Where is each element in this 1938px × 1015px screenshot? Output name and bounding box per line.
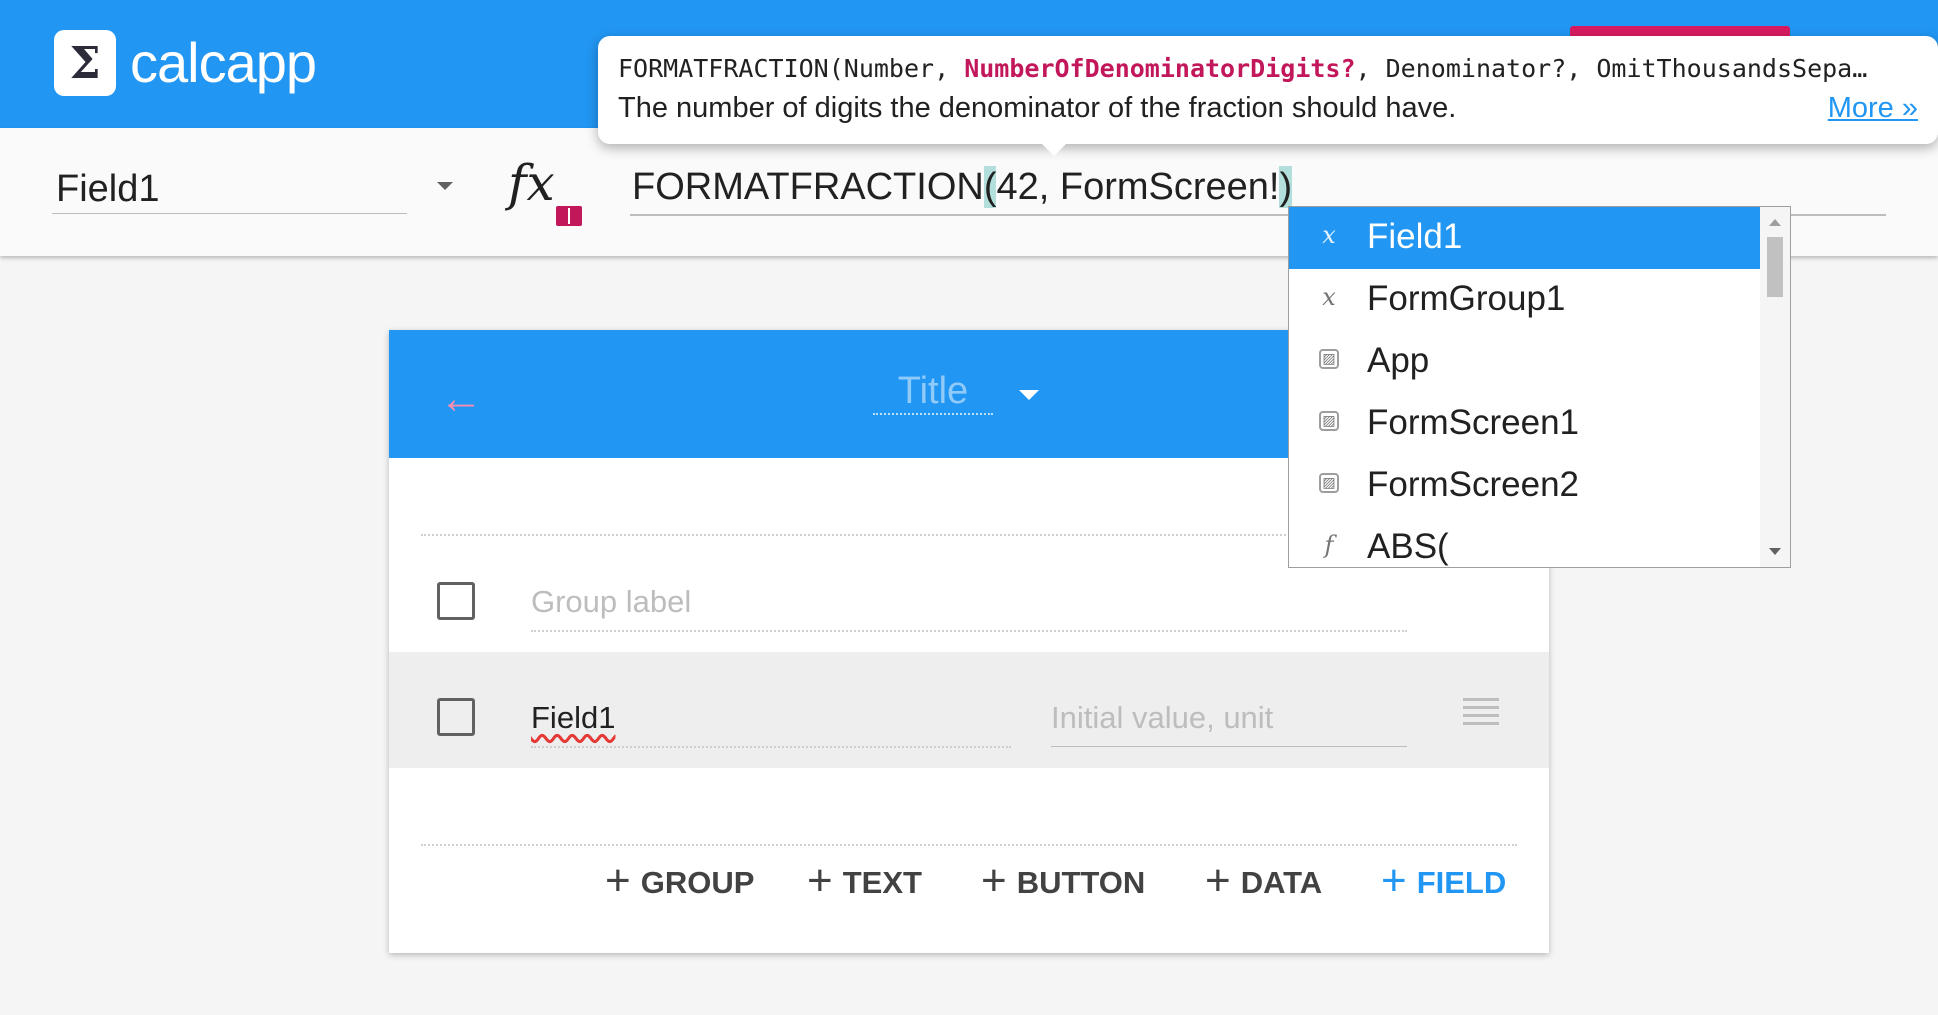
calcapp-logo-icon: Σ bbox=[54, 30, 116, 96]
parameter-description: The number of digits the denominator of … bbox=[618, 92, 1457, 124]
group-checkbox[interactable] bbox=[437, 582, 475, 620]
group-label-underline bbox=[531, 630, 1407, 632]
autocomplete-item[interactable]: ▨ FormScreen2 bbox=[1289, 455, 1761, 517]
autocomplete-item[interactable]: ▨ App bbox=[1289, 331, 1761, 393]
variable-icon: x bbox=[1322, 283, 1336, 311]
formula-text: FORMATFRACTION(42, FormScreen!) bbox=[632, 166, 1293, 208]
plus-icon: + bbox=[1381, 856, 1407, 905]
fx-icon: fx bbox=[508, 154, 555, 212]
app-name: calcapp bbox=[130, 31, 317, 94]
add-button-button[interactable]: + BUTTON bbox=[981, 856, 1145, 910]
add-toolbar: + GROUP + TEXT + BUTTON + DATA + FIELD bbox=[389, 856, 1549, 920]
autocomplete-item[interactable]: x Field1 bbox=[1289, 207, 1761, 269]
field-row[interactable]: Field1 Initial value, unit bbox=[389, 652, 1549, 768]
add-group-button[interactable]: + GROUP bbox=[605, 856, 754, 910]
autocomplete-item[interactable]: x FormGroup1 bbox=[1289, 269, 1761, 331]
group-label-input[interactable]: Group label bbox=[531, 584, 691, 620]
autocomplete-item[interactable]: ▨ FormScreen1 bbox=[1289, 393, 1761, 455]
field-label-underline bbox=[531, 746, 1011, 748]
plus-icon: + bbox=[981, 856, 1007, 905]
initial-value-input[interactable]: Initial value, unit bbox=[1051, 700, 1273, 736]
scroll-down-icon[interactable] bbox=[1769, 548, 1781, 555]
formula-reference-button[interactable]: fx bbox=[508, 154, 588, 234]
screen-icon: ▨ bbox=[1319, 473, 1339, 493]
scrollbar-thumb[interactable] bbox=[1767, 237, 1783, 297]
field-checkbox[interactable] bbox=[437, 698, 475, 736]
field-label-input[interactable]: Field1 bbox=[531, 700, 615, 736]
add-data-button[interactable]: + DATA bbox=[1205, 856, 1322, 910]
title-input[interactable]: Title bbox=[873, 370, 993, 415]
field-selector[interactable]: Field1 bbox=[52, 158, 453, 214]
initial-value-underline bbox=[1051, 746, 1407, 747]
scroll-up-icon[interactable] bbox=[1769, 219, 1781, 226]
screen-icon: ▨ bbox=[1319, 349, 1339, 369]
field-selector-value: Field1 bbox=[56, 168, 160, 210]
active-parameter: NumberOfDenominatorDigits? bbox=[964, 54, 1356, 83]
back-arrow-icon[interactable]: ← bbox=[439, 374, 483, 424]
variable-icon: x bbox=[1322, 221, 1336, 249]
add-text-button[interactable]: + TEXT bbox=[807, 856, 922, 910]
function-icon: f bbox=[1324, 531, 1334, 559]
plus-icon: + bbox=[1205, 856, 1231, 905]
plus-icon: + bbox=[807, 856, 833, 905]
add-field-button[interactable]: + FIELD bbox=[1381, 856, 1506, 910]
title-dropdown-icon[interactable] bbox=[1019, 390, 1039, 400]
more-link[interactable]: More » bbox=[1828, 92, 1918, 125]
divider bbox=[421, 844, 1517, 846]
book-icon bbox=[556, 206, 582, 226]
autocomplete-dropdown: x Field1 x FormGroup1 ▨ App ▨ FormScreen… bbox=[1288, 206, 1791, 568]
drag-handle-icon[interactable] bbox=[1463, 698, 1499, 725]
chevron-down-icon[interactable] bbox=[437, 182, 453, 190]
function-signature: FORMATFRACTION(Number, NumberOfDenominat… bbox=[618, 54, 1868, 83]
function-signature-tooltip: FORMATFRACTION(Number, NumberOfDenominat… bbox=[598, 36, 1938, 156]
plus-icon: + bbox=[605, 856, 631, 905]
scrollbar[interactable] bbox=[1760, 207, 1790, 567]
screen-icon: ▨ bbox=[1319, 411, 1339, 431]
autocomplete-item[interactable]: f ABS( bbox=[1289, 517, 1761, 567]
